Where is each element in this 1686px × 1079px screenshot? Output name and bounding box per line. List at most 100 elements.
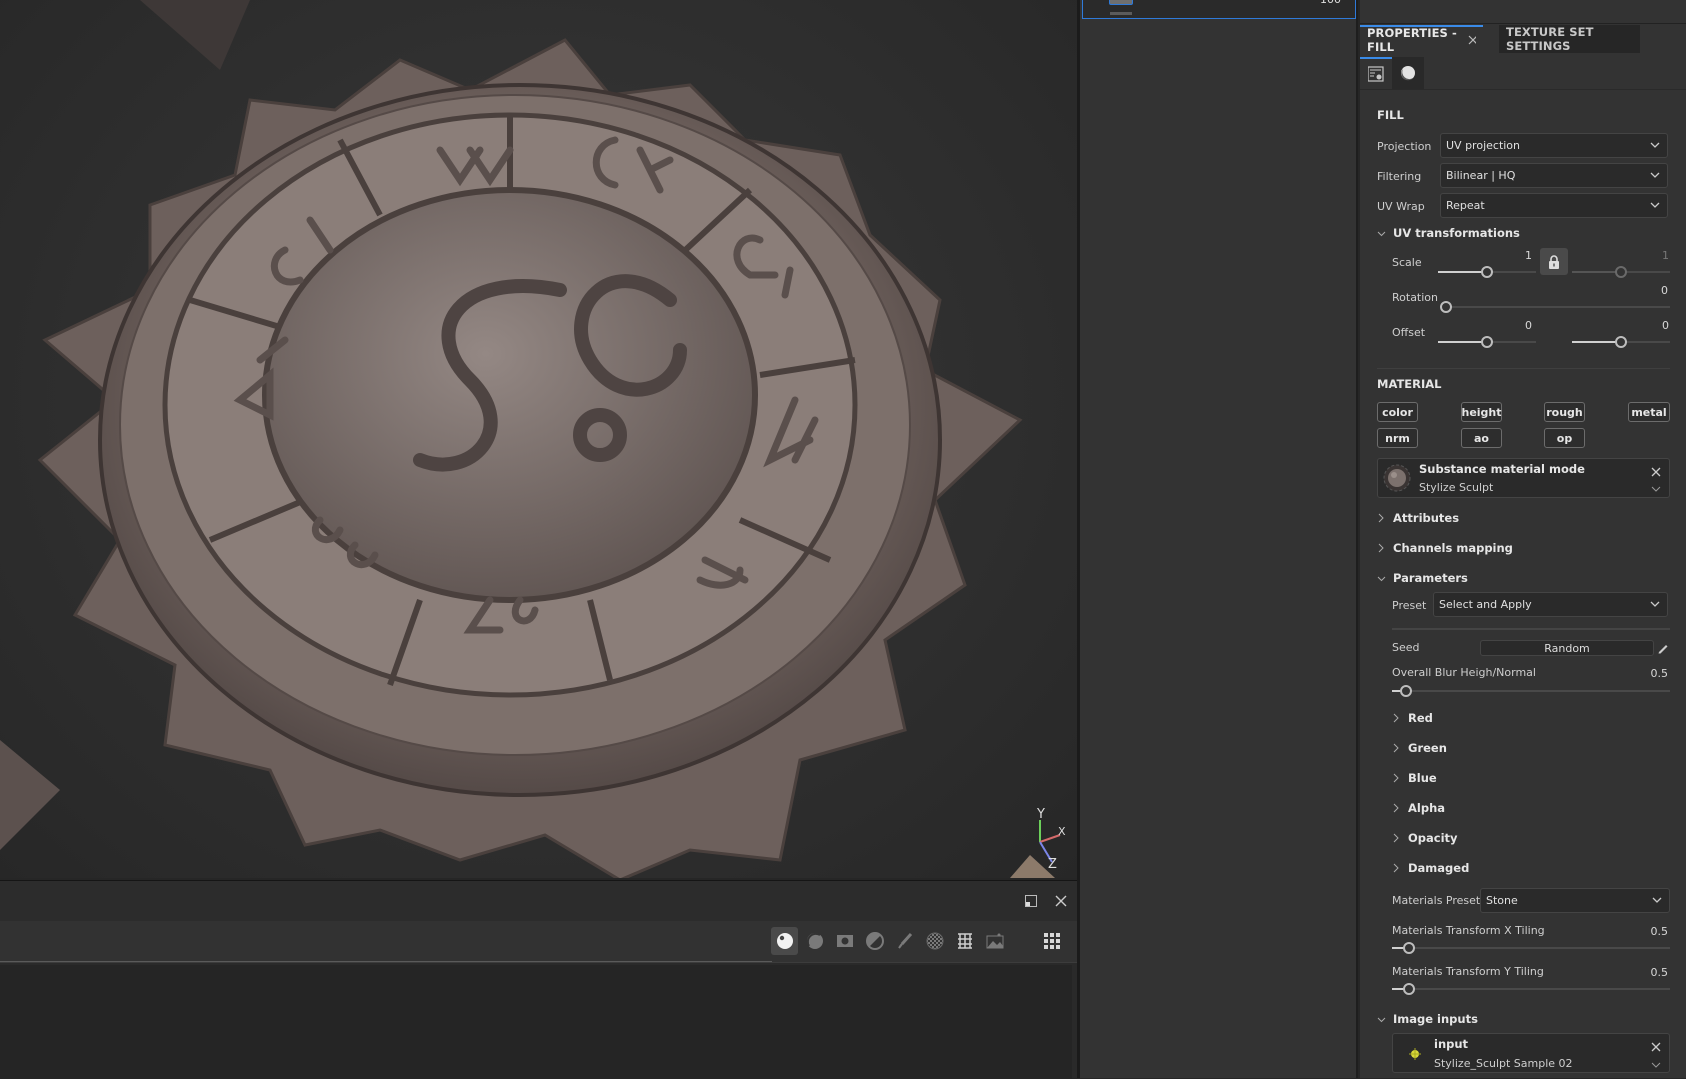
tool-filters[interactable]: [861, 927, 888, 955]
tool-smart-materials[interactable]: [801, 927, 828, 955]
channel-toggle-op[interactable]: op: [1544, 428, 1585, 448]
tab-properties-fill[interactable]: PROPERTIES - FILL: [1360, 25, 1483, 54]
attributes-expander[interactable]: Attributes: [1377, 511, 1459, 525]
group-opacity-expander[interactable]: Opacity: [1392, 831, 1458, 845]
scale-v-slider[interactable]: [1572, 266, 1670, 278]
close-icon[interactable]: [1650, 466, 1662, 478]
materials-preset-label: Materials Preset: [1392, 894, 1481, 907]
axis-gizmo: [1039, 820, 1061, 863]
group-alpha-expander[interactable]: Alpha: [1392, 801, 1445, 815]
offset-u-slider[interactable]: [1438, 336, 1536, 348]
rotation-value[interactable]: 0: [1652, 284, 1668, 297]
uv-transformations-expander[interactable]: UV transformations: [1377, 226, 1520, 240]
chevron-down-icon: [1650, 202, 1660, 208]
group-green-expander[interactable]: Green: [1392, 741, 1447, 755]
tool-brushes[interactable]: [891, 927, 918, 955]
close-icon[interactable]: [1650, 1041, 1662, 1053]
3d-viewport[interactable]: Y X Z: [0, 0, 1077, 878]
view-grid-button[interactable]: [1039, 927, 1066, 955]
tool-textures[interactable]: [951, 927, 978, 955]
subtab-material[interactable]: [1392, 57, 1424, 89]
y-tiling-value[interactable]: 0.5: [1640, 966, 1669, 979]
scale-u-value[interactable]: 1: [1520, 249, 1532, 262]
image-inputs-expander[interactable]: Image inputs: [1377, 1012, 1478, 1026]
x-tiling-slider[interactable]: [1392, 942, 1670, 954]
overall-blur-label: Overall Blur Heigh/Normal: [1392, 666, 1536, 679]
chevron-down-icon: [1377, 1017, 1386, 1022]
chevron-down-icon[interactable]: [1651, 1061, 1661, 1069]
channel-toggle-nrm[interactable]: nrm: [1377, 428, 1418, 448]
x-tiling-value[interactable]: 0.5: [1640, 925, 1669, 938]
chevron-down-icon: [1650, 142, 1660, 148]
gizmo-y-label: Y: [1037, 807, 1045, 822]
scale-lock-button[interactable]: [1540, 248, 1568, 275]
edit-pencil-icon[interactable]: [1657, 642, 1669, 654]
attributes-title: Attributes: [1393, 511, 1460, 525]
seed-random-button[interactable]: Random: [1480, 640, 1654, 656]
layer-thumbnail: [1109, 0, 1133, 5]
float-window-icon: [1025, 895, 1037, 907]
group-title: Alpha: [1408, 801, 1446, 815]
rotation-slider[interactable]: [1440, 301, 1670, 313]
preset-value: Select and Apply: [1439, 598, 1532, 611]
shelf-dock: [0, 880, 1077, 1079]
subtab-layer-settings[interactable]: [1360, 57, 1392, 89]
tab-texture-set-settings[interactable]: TEXTURE SET SETTINGS: [1499, 25, 1640, 53]
tool-environments[interactable]: [981, 927, 1008, 955]
shelf-search-input[interactable]: [0, 961, 772, 962]
materials-preset-dropdown[interactable]: Stone: [1480, 888, 1670, 913]
uv-wrap-dropdown[interactable]: Repeat: [1440, 193, 1668, 218]
channel-toggle-ao[interactable]: ao: [1461, 428, 1502, 448]
channel-toggle-metal[interactable]: metal: [1628, 402, 1670, 422]
offset-v-value[interactable]: 0: [1657, 319, 1669, 332]
close-dock-button[interactable]: [1053, 893, 1069, 909]
group-title: Red: [1408, 711, 1433, 725]
group-title: Damaged: [1408, 861, 1470, 875]
group-damaged-expander[interactable]: Damaged: [1392, 861, 1469, 875]
scale-v-value[interactable]: 1: [1657, 249, 1669, 262]
layer-row-selected[interactable]: Stylize Sculpt 100: [1082, 0, 1356, 19]
image-input-card[interactable]: input Stylize_Sculpt Sample 02: [1392, 1033, 1670, 1073]
sculpted-disc-model: [0, 0, 1061, 878]
y-tiling-slider[interactable]: [1392, 983, 1670, 995]
group-blue-expander[interactable]: Blue: [1392, 771, 1437, 785]
channel-toggle-color[interactable]: color: [1377, 402, 1418, 422]
offset-u-value[interactable]: 0: [1520, 319, 1532, 332]
material-mode-title: Substance material mode: [1419, 462, 1585, 476]
channel-toggle-rough[interactable]: rough: [1544, 402, 1585, 422]
projection-value: UV projection: [1446, 139, 1521, 152]
material-sphere-icon: [1401, 66, 1415, 81]
overall-blur-value[interactable]: 0.5: [1640, 667, 1669, 680]
group-red-expander[interactable]: Red: [1392, 711, 1433, 725]
panel-top-strip: [1360, 0, 1686, 24]
channels-mapping-expander[interactable]: Channels mapping: [1377, 541, 1513, 555]
sphere-material-icon: [776, 933, 793, 949]
x-tiling-label: Materials Transform X Tiling: [1392, 924, 1545, 937]
layer-opacity-value[interactable]: 100: [1320, 0, 1341, 6]
channel-toggle-height[interactable]: height: [1461, 402, 1502, 422]
shelf-content[interactable]: [0, 965, 1072, 1079]
texture-grid-icon: [957, 933, 972, 949]
gizmo-x-label: X: [1058, 825, 1066, 838]
preset-dropdown[interactable]: Select and Apply: [1433, 592, 1668, 617]
close-icon[interactable]: [1468, 35, 1476, 45]
chevron-down-icon[interactable]: [1651, 485, 1661, 493]
tool-alphas[interactable]: [921, 927, 948, 955]
fill-section-title: FILL: [1377, 108, 1404, 122]
dock-header: [0, 881, 1077, 921]
seed-label: Seed: [1392, 641, 1420, 654]
scale-u-slider[interactable]: [1438, 266, 1536, 278]
overall-blur-slider[interactable]: [1392, 685, 1670, 697]
layer-thumbnail-bar: [1110, 12, 1132, 15]
filtering-dropdown[interactable]: Bilinear | HQ: [1440, 163, 1668, 188]
blend-mode-dropdown[interactable]: [1345, 0, 1353, 1]
tool-smart-masks[interactable]: [831, 927, 858, 955]
chevron-down-icon: [1377, 231, 1386, 236]
material-mode-card[interactable]: Substance material mode Stylize Sculpt: [1377, 458, 1670, 498]
projection-dropdown[interactable]: UV projection: [1440, 133, 1668, 158]
uv-wrap-value: Repeat: [1446, 199, 1485, 212]
parameters-expander[interactable]: Parameters: [1377, 571, 1468, 585]
offset-v-slider[interactable]: [1572, 336, 1670, 348]
tool-materials[interactable]: [771, 927, 798, 955]
float-panel-button[interactable]: [1023, 893, 1039, 909]
